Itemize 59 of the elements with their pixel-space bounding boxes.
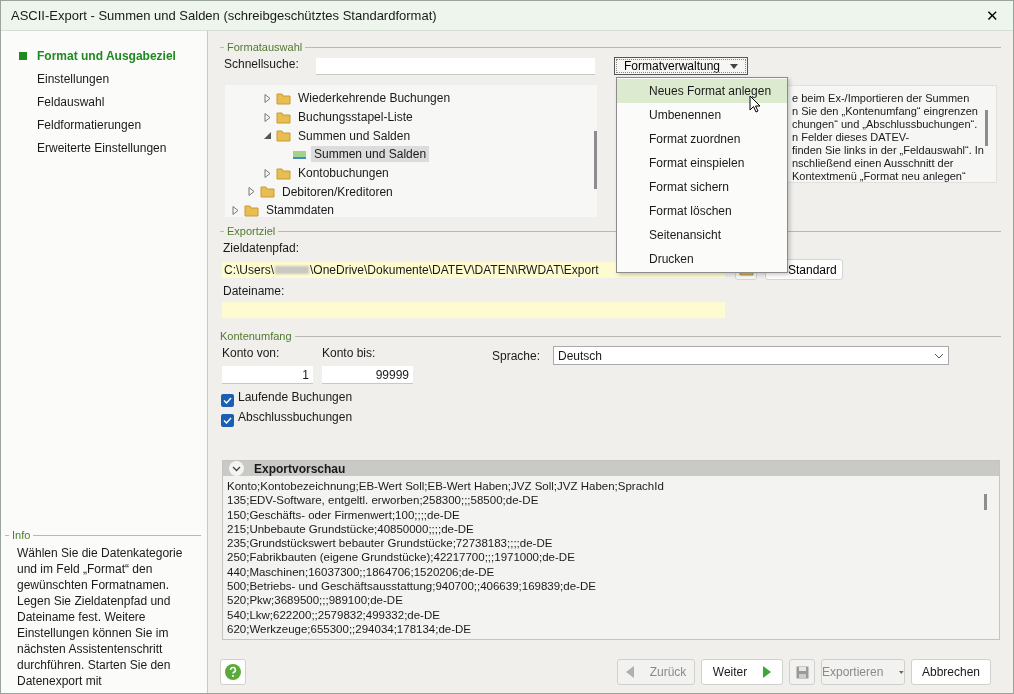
- tree-item[interactable]: Stammdaten: [263, 202, 338, 219]
- format-management-button[interactable]: Formatverwaltung: [614, 57, 748, 75]
- tree-item[interactable]: Kontobuchungen: [295, 165, 392, 182]
- section-legend: Formatauswahl: [227, 41, 303, 53]
- cancel-button[interactable]: Abbrechen: [911, 659, 991, 685]
- section-legend: Kontenumfang: [220, 330, 292, 342]
- description-text: n Felder dieses DATEV-: [792, 131, 911, 144]
- info-text: Wählen Sie die Datenkategorie und im Feld „Format“ den gewünschten Formatnamen. Legen Sie Zieldatenpfad und Dateiname fest. Weitere Einstellungen können Sie im nächsten Assistentenschritt durchführen. Starten Sie den Datenexport mit: [17, 545, 184, 689]
- tree-item[interactable]: Summen und Salden: [295, 127, 414, 144]
- description-text: n Sie den „Kontenumfang“ eingrenzen: [792, 105, 979, 118]
- preview-line: 150;Geschäfts- oder Firmenwert;100;;;;de-DE: [227, 507, 460, 522]
- wizard-step[interactable]: Format und Ausgabeziel: [19, 47, 207, 65]
- preview-line: 540;Lkw;622200;;2579832;499332;de-DE: [227, 607, 440, 622]
- preview-line: 500;Betriebs- und Geschäftsausstattung;940700;;406639;169839;de-DE: [227, 579, 596, 594]
- preview-line: 520;Pkw;3689500;;;989100;de-DE: [227, 593, 403, 608]
- path-label: Zieldatenpfad:: [222, 241, 300, 255]
- wizard-step[interactable]: Feldformatierungen: [19, 116, 207, 134]
- close-button[interactable]: ✕: [982, 4, 1003, 27]
- preview-line: 235;Grundstückswert bebauter Grundstücke;72738183;;;;de-DE: [227, 536, 553, 551]
- preview-line: 440;Maschinen;16037300;;1864706;1520206;de-DE: [227, 564, 495, 580]
- menu-item[interactable]: Format zuordnen: [617, 127, 787, 151]
- preview-title: Exportvorschau: [254, 461, 346, 476]
- description-text: nschließend einen Ausschnitt der: [792, 157, 955, 170]
- tree-item[interactable]: Debitoren/Kreditoren: [279, 183, 396, 200]
- tree-item[interactable]: Buchungsstapel-Liste: [295, 109, 416, 126]
- description-text: finden Sie links in der „Feldauswahl“. In: [792, 144, 985, 157]
- checkbox-label: Laufende Buchungen: [238, 390, 353, 404]
- section-legend: Info: [12, 529, 31, 541]
- preview-line: 215;Unbebaute Grundstücke;40850000;;;;de-DE: [227, 521, 474, 537]
- tree-item[interactable]: Summen und Salden: [311, 146, 430, 163]
- preview-line: Konto;Kontobezeichnung;EB-Wert Soll;EB-Wert Haben;JVZ Soll;JVZ Haben;SprachId: [227, 479, 664, 494]
- language-select[interactable]: Deutsch: [553, 346, 949, 365]
- next-button[interactable]: Weiter: [701, 659, 783, 685]
- menu-item[interactable]: Neues Format anlegen: [617, 79, 787, 103]
- wizard-step[interactable]: Erweiterte Einstellungen: [19, 139, 207, 157]
- preview-line: 620;Werkzeuge;655300;;294034;178134;de-DE: [227, 621, 472, 637]
- account-to-field[interactable]: 99999: [322, 366, 413, 384]
- window-title: ASCII-Export - Summen und Salden (schreibgeschütztes Standardformat): [11, 8, 437, 23]
- filename-label: Dateiname:: [222, 284, 285, 298]
- menu-item[interactable]: Format sichern: [617, 175, 787, 199]
- account-from-field[interactable]: 1: [222, 366, 313, 384]
- wizard-step[interactable]: Einstellungen: [19, 70, 207, 88]
- account-from-label: Konto von:: [222, 346, 280, 360]
- search-label: Schnellsuche:: [224, 57, 300, 71]
- language-label: Sprache:: [492, 349, 542, 363]
- wizard-step[interactable]: Feldauswahl: [19, 93, 207, 111]
- checkbox-label: Abschlussbuchungen: [238, 410, 353, 424]
- menu-item[interactable]: Format löschen: [617, 199, 787, 223]
- description-text: Kontextmenü „Format neu anlegen“: [792, 170, 967, 183]
- menu-item[interactable]: Umbenennen: [617, 103, 787, 127]
- account-to-label: Konto bis:: [322, 346, 376, 360]
- preview-line: 250;Fabrikbauten (eigene Grundstücke);42217700;;;1971000;de-DE: [227, 550, 575, 565]
- menu-item[interactable]: Seitenansicht: [617, 223, 787, 247]
- tree-item[interactable]: Wiederkehrende Buchungen: [295, 90, 454, 107]
- description-text: chungen“ und „Abschlussbuchungen“.: [792, 118, 979, 131]
- menu-item[interactable]: Format einspielen: [617, 151, 787, 175]
- preview-line: 135;EDV-Software, entgeltl. erworben;258300;;;58500;de-DE: [227, 493, 539, 508]
- description-text: e beim Ex-/Importieren der Summen: [792, 92, 971, 105]
- section-legend: Exportziel: [227, 225, 276, 237]
